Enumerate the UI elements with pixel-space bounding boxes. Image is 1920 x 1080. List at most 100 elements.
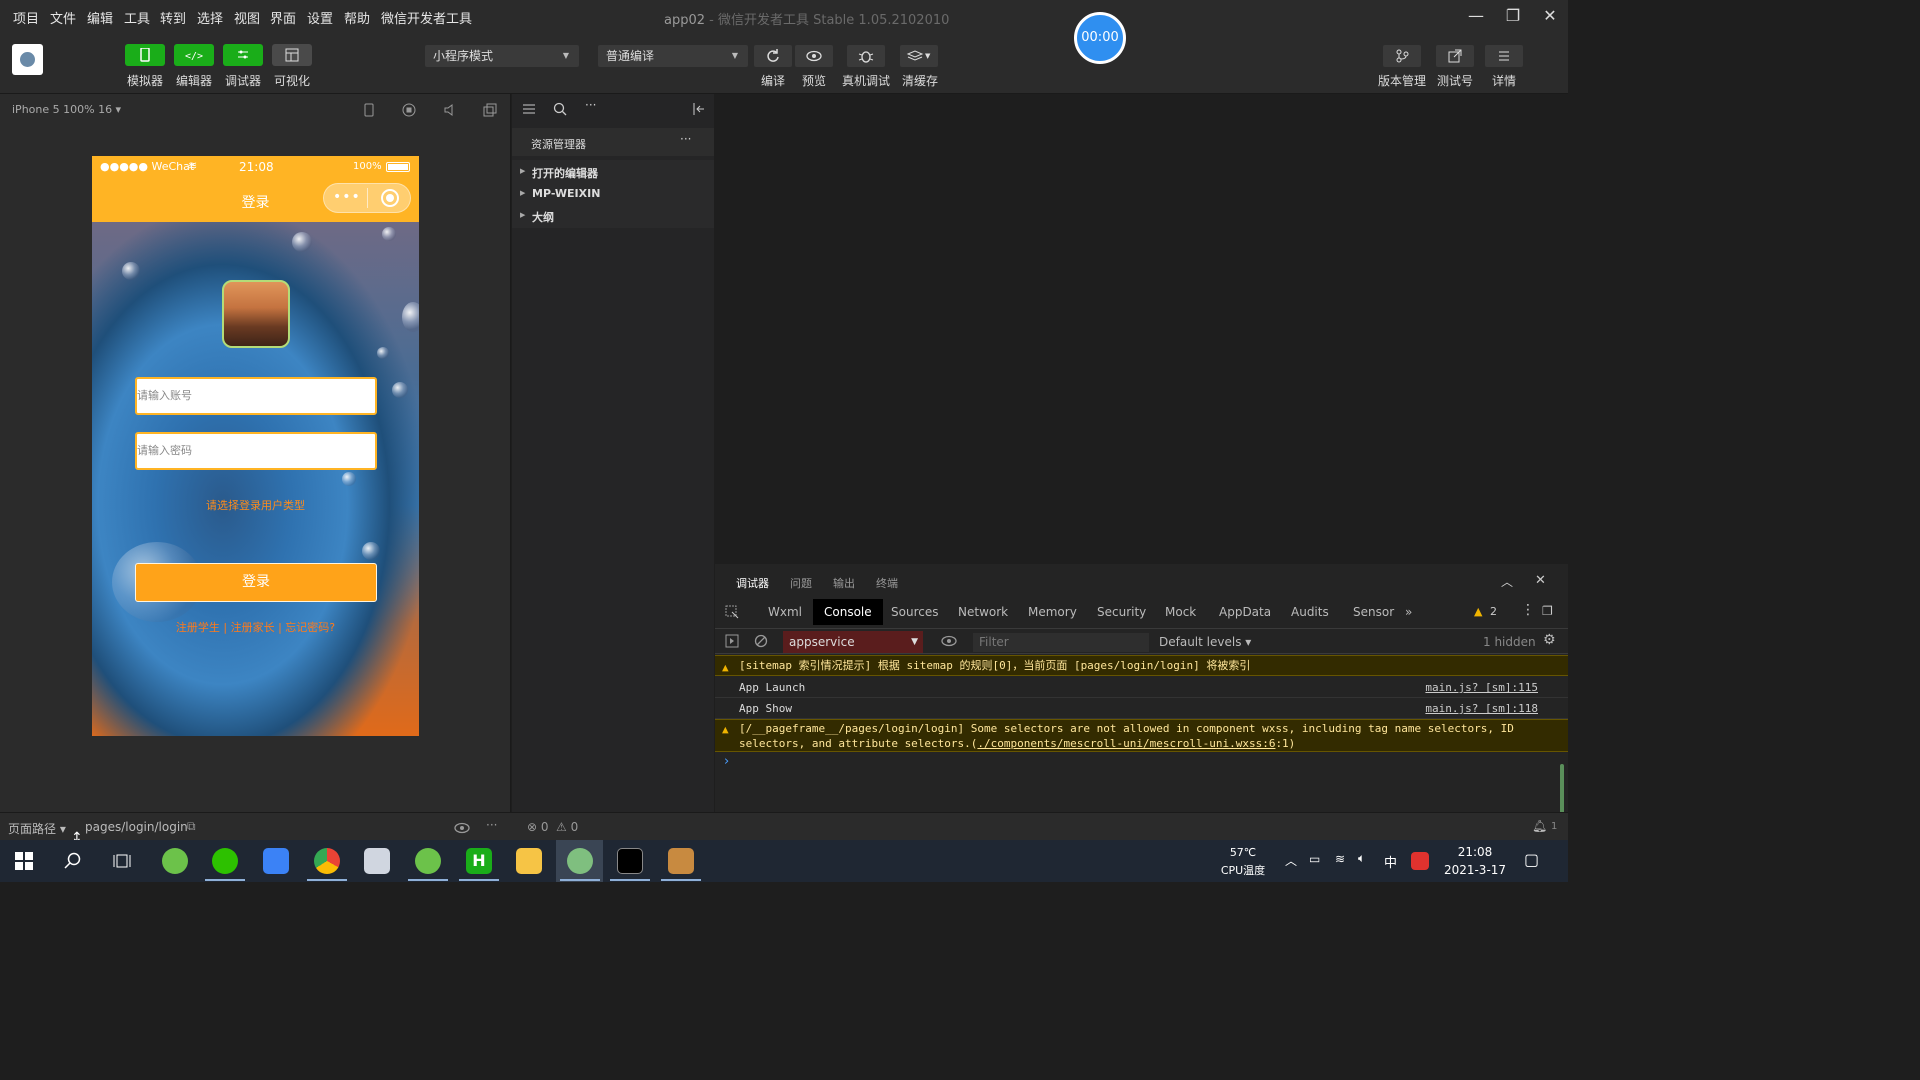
more-icon[interactable]: ··· <box>585 98 596 112</box>
chevron-up-icon[interactable]: ︿ <box>1285 852 1297 869</box>
clock-time[interactable]: 21:08 <box>1443 845 1507 859</box>
menu-devtools[interactable]: 微信开发者工具 <box>381 8 472 27</box>
restore-icon[interactable]: ❐ <box>1503 6 1523 26</box>
tree-item-outline[interactable]: 大纲 <box>532 209 554 225</box>
eye-icon[interactable] <box>453 821 471 835</box>
timer-badge[interactable]: 00:00 <box>1074 12 1126 64</box>
page-path-select[interactable]: 页面路径 ▾ <box>8 820 66 837</box>
more-icon[interactable]: ••• <box>333 189 361 205</box>
kebab-menu-icon[interactable]: ⋮ <box>1521 602 1535 618</box>
spring-tool-icon[interactable] <box>162 848 188 874</box>
volume-icon[interactable]: 🔈︎ <box>1358 851 1365 866</box>
devtab-more[interactable]: » <box>1405 605 1412 619</box>
password-input[interactable]: 请输入密码 <box>135 432 377 470</box>
menu-project[interactable]: 项目 <box>13 8 39 27</box>
wifi-icon[interactable]: ≋ <box>1335 852 1345 866</box>
editor-toggle-button[interactable]: </> <box>174 44 214 66</box>
devtab-wxml[interactable]: Wxml <box>768 605 802 619</box>
simulator-toggle-button[interactable] <box>125 44 165 66</box>
detach-window-icon[interactable] <box>482 102 498 118</box>
eye-icon[interactable] <box>940 634 958 648</box>
chevron-up-icon[interactable]: ︿ <box>1501 573 1513 590</box>
devtab-sources[interactable]: Sources <box>891 605 938 619</box>
devtab-network[interactable]: Network <box>958 605 1008 619</box>
clear-cache-button[interactable]: ▼ <box>900 45 938 67</box>
bell-icon[interactable]: 🔔︎ <box>1532 819 1547 833</box>
copy-icon[interactable]: ⧉ <box>187 819 196 834</box>
control-panel-icon[interactable] <box>364 848 390 874</box>
record-icon[interactable] <box>401 102 417 118</box>
expand-arrow-icon[interactable]: ▶ <box>520 167 525 175</box>
devtab-appdata[interactable]: AppData <box>1219 605 1271 619</box>
search-icon[interactable] <box>64 852 82 870</box>
chrome-icon[interactable] <box>314 848 340 874</box>
error-count[interactable]: ⊗ 0 <box>527 820 549 834</box>
console-prompt[interactable]: › <box>724 754 729 769</box>
preview-button[interactable] <box>795 45 833 67</box>
devtab-audits[interactable]: Audits <box>1291 605 1329 619</box>
login-button[interactable]: 登录 <box>135 563 377 602</box>
minimize-icon[interactable]: — <box>1466 6 1486 26</box>
debugger-toggle-button[interactable] <box>223 44 263 66</box>
dock-icon[interactable]: ❐ <box>1542 604 1553 618</box>
menu-select[interactable]: 选择 <box>197 8 223 27</box>
log-source-link[interactable]: ./components/mescroll-uni/mescroll-uni.w… <box>977 737 1275 750</box>
log-levels-select[interactable]: Default levels ▾ <box>1159 635 1251 649</box>
terminal-icon[interactable] <box>617 848 643 874</box>
menu-edit[interactable]: 编辑 <box>87 8 113 27</box>
tree-item-open-editors[interactable]: 打开的编辑器 <box>532 165 598 181</box>
spring-tool-icon-2[interactable] <box>415 848 441 874</box>
volume-icon[interactable] <box>442 102 458 118</box>
wechat-devtools-icon[interactable] <box>567 848 593 874</box>
tree-item-mp-weixin[interactable]: MP-WEIXIN <box>532 187 600 200</box>
tab-debugger[interactable]: 调试器 <box>736 575 769 591</box>
real-device-debug-button[interactable] <box>847 45 885 67</box>
windows-start-icon[interactable] <box>15 852 33 870</box>
menu-interface[interactable]: 界面 <box>270 8 296 27</box>
menu-help[interactable]: 帮助 <box>344 8 370 27</box>
devtab-memory[interactable]: Memory <box>1028 605 1077 619</box>
details-button[interactable] <box>1485 45 1523 67</box>
wechat-icon[interactable] <box>212 848 238 874</box>
search-icon[interactable] <box>553 102 567 116</box>
avatar[interactable] <box>12 44 43 75</box>
compile-select[interactable]: 普通编译 ▼ <box>598 45 748 67</box>
menu-settings[interactable]: 设置 <box>307 8 333 27</box>
clock-date[interactable]: 2021-3-17 <box>1440 863 1510 877</box>
clear-console-icon[interactable] <box>754 634 768 648</box>
sogou-ime-icon[interactable] <box>1411 852 1429 870</box>
warning-icon[interactable]: ▲ <box>1474 605 1482 618</box>
devtab-sensor[interactable]: Sensor <box>1353 605 1394 619</box>
visual-toggle-button[interactable] <box>272 44 312 66</box>
console-scrollbar[interactable] <box>1560 764 1564 814</box>
expand-arrow-icon[interactable]: ▶ <box>520 211 525 219</box>
close-panel-icon[interactable]: ✕ <box>1535 573 1546 588</box>
inspect-element-icon[interactable] <box>725 605 739 619</box>
explorer-more-icon[interactable]: ··· <box>680 132 691 146</box>
test-account-button[interactable] <box>1436 45 1474 67</box>
bird-app-icon[interactable] <box>263 848 289 874</box>
context-select[interactable]: appservice ▼ <box>783 631 923 653</box>
battery-icon[interactable]: ▭ <box>1309 852 1320 866</box>
register-links[interactable]: 注册学生 | 注册家长 | 忘记密码? <box>92 619 419 635</box>
list-icon[interactable] <box>522 102 536 116</box>
file-explorer-icon[interactable] <box>516 848 542 874</box>
filter-input[interactable]: Filter <box>973 633 1149 652</box>
tab-problems[interactable]: 问题 <box>790 575 812 591</box>
device-select[interactable]: iPhone 5 100% 16 ▾ <box>12 103 121 116</box>
log-source-link[interactable]: main.js? [sm]:118 <box>1425 698 1538 719</box>
sidebar-toggle-icon[interactable] <box>725 634 739 648</box>
version-button[interactable] <box>1383 45 1421 67</box>
tab-output[interactable]: 输出 <box>833 575 855 591</box>
log-source-link[interactable]: main.js? [sm]:115 <box>1425 677 1538 698</box>
device-rotate-icon[interactable] <box>361 102 377 118</box>
notification-center-icon[interactable]: ▢ <box>1524 850 1539 869</box>
settings-gear-icon[interactable]: ⚙ <box>1543 632 1556 648</box>
menu-goto[interactable]: 转到 <box>160 8 186 27</box>
devtab-console[interactable]: Console <box>813 599 883 625</box>
expand-arrow-icon[interactable]: ▶ <box>520 189 525 197</box>
account-input[interactable]: 请输入账号 <box>135 377 377 415</box>
role-select-picker[interactable]: 请选择登录用户类型 <box>92 497 419 513</box>
menu-view[interactable]: 视图 <box>234 8 260 27</box>
menu-tools[interactable]: 工具 <box>124 8 150 27</box>
